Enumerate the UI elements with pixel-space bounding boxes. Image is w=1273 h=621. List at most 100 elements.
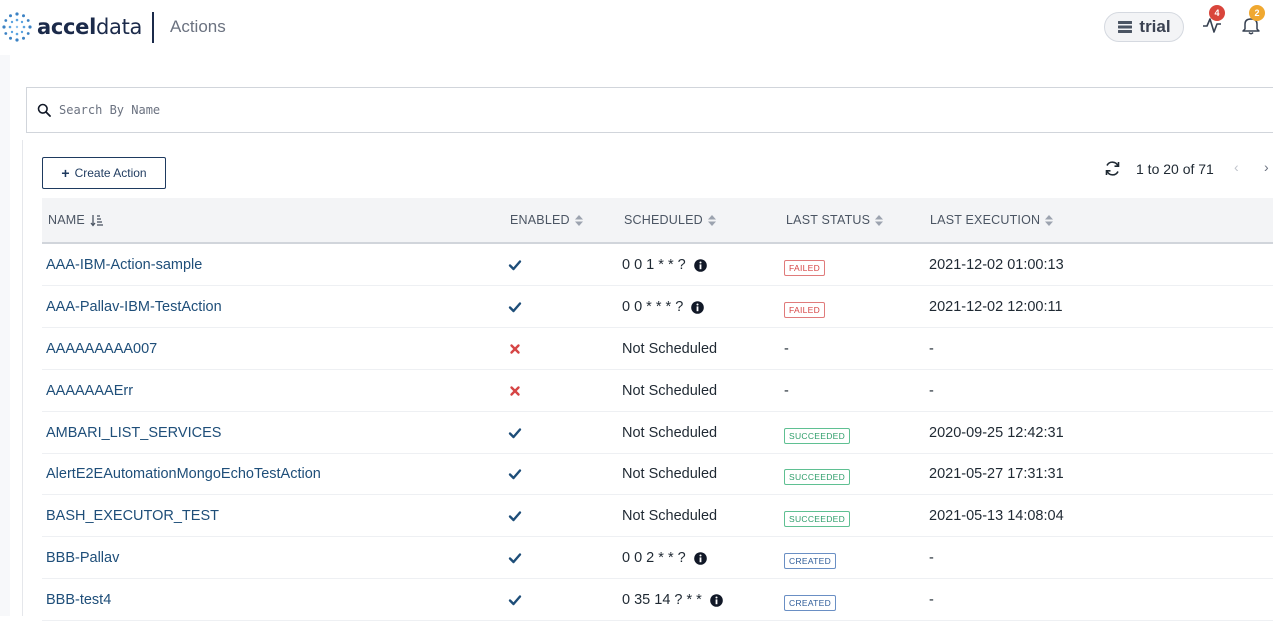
enabled-status [508, 258, 522, 276]
schedule-cell: Not Scheduled [622, 466, 717, 482]
schedule-cell: Not Scheduled [622, 341, 717, 357]
last-execution-time: 2021-05-27 17:31:31 [929, 466, 1064, 482]
info-icon[interactable] [693, 258, 707, 272]
alerts-button[interactable]: 4 [1201, 5, 1225, 36]
schedule-text: 0 0 2 * * ? [622, 550, 686, 566]
enabled-status [508, 467, 522, 485]
last-status-cell: CREATED [784, 552, 837, 569]
schedule-cell: Not Scheduled [622, 383, 717, 399]
cross-icon [510, 386, 520, 396]
sort-ascending-icon [90, 214, 103, 227]
notifications-button[interactable]: 2 [1240, 5, 1265, 36]
last-status-cell: FAILED [784, 301, 826, 318]
check-icon [508, 302, 522, 313]
pagination-summary: 1 to 20 of 71 [1136, 161, 1214, 177]
schedule-text: 0 0 1 * * ? [622, 257, 686, 273]
status-badge: SUCCEEDED [784, 511, 851, 527]
info-icon[interactable] [691, 300, 705, 314]
last-status-cell: FAILED [784, 259, 826, 276]
last-status-cell: - [784, 341, 789, 357]
table-row[interactable]: AlertE2EAutomationMongoEchoTestAction Not… [42, 453, 1273, 495]
status-badge: SUCCEEDED [784, 428, 851, 444]
enabled-status [508, 593, 522, 611]
cross-icon [510, 344, 520, 354]
schedule-text: Not Scheduled [622, 425, 718, 441]
search-bar[interactable] [26, 87, 1273, 133]
table-row[interactable]: AAA-Pallav-IBM-TestAction 0 0 * * * ? FAIL… [42, 286, 1273, 328]
action-name-link[interactable]: AlertE2EAutomationMongoEchoTestAction [46, 466, 321, 482]
next-page-button[interactable]: › [1264, 159, 1269, 175]
table-row[interactable]: BBB-test4 0 35 14 ? * * CREATED - [42, 579, 1273, 621]
info-icon[interactable] [710, 593, 723, 607]
enabled-status [508, 300, 522, 318]
search-input[interactable] [59, 103, 959, 117]
last-execution-time: 2021-12-02 12:00:11 [929, 299, 1063, 315]
action-name-link[interactable]: BASH_EXECUTOR_TEST [46, 508, 219, 524]
column-header-scheduled[interactable]: SCHEDULED [624, 213, 716, 227]
check-icon [508, 553, 522, 564]
last-execution-time: 2020-09-25 12:42:31 [929, 425, 1064, 441]
column-header-enabled[interactable]: ENABLED [510, 213, 583, 227]
column-header-last-execution[interactable]: LAST EXECUTION [930, 213, 1054, 227]
action-name-link[interactable]: AAA-IBM-Action-sample [46, 257, 202, 273]
table-row[interactable]: AAAAAAAAA007 Not Scheduled - - [42, 328, 1273, 370]
last-status-cell: - [784, 383, 789, 399]
sort-icon [875, 214, 884, 226]
column-header-last-status[interactable]: LAST STATUS [786, 213, 884, 227]
table-row[interactable]: AAA-IBM-Action-sample 0 0 1 * * ? FAILED 20… [42, 244, 1273, 286]
info-icon[interactable] [693, 551, 707, 565]
table-row[interactable]: BBB-Pallav 0 0 2 * * ? CREATED - [42, 537, 1273, 579]
create-action-label: Create Action [74, 166, 147, 180]
sort-icon [1045, 214, 1054, 226]
schedule-cell: 0 0 2 * * ? [622, 550, 707, 566]
status-badge: FAILED [784, 302, 826, 318]
tenant-switcher[interactable]: trial [1104, 12, 1184, 42]
refresh-icon[interactable] [1104, 160, 1121, 177]
plus-icon: + [61, 165, 70, 181]
notifications-badge: 2 [1249, 5, 1265, 21]
enabled-status [508, 426, 522, 444]
last-status-cell: CREATED [784, 594, 837, 611]
status-badge: CREATED [784, 553, 837, 569]
schedule-cell: Not Scheduled [622, 425, 717, 441]
schedule-text: 0 35 14 ? * * [622, 592, 702, 608]
sort-icon [574, 214, 583, 226]
schedule-text: 0 0 * * * ? [622, 299, 684, 315]
check-icon [508, 469, 522, 480]
brand-name: acceldata [37, 15, 143, 39]
check-icon [508, 511, 522, 522]
table-row[interactable]: AMBARI_LIST_SERVICES Not Scheduled SUCCEED… [42, 412, 1273, 454]
schedule-text: Not Scheduled [622, 508, 718, 524]
last-status-cell: SUCCEEDED [784, 510, 851, 527]
action-name-link[interactable]: AMBARI_LIST_SERVICES [46, 425, 221, 441]
status-text: - [784, 341, 789, 357]
app-header: acceldata Actions trial 4 2 [0, 0, 1273, 55]
table-row[interactable]: AAAAAAAErr Not Scheduled - - [42, 370, 1273, 412]
check-icon [508, 260, 522, 271]
action-name-link[interactable]: AAAAAAAErr [46, 383, 133, 399]
schedule-text: Not Scheduled [622, 466, 718, 482]
action-name-link[interactable]: BBB-test4 [46, 592, 111, 608]
last-execution-time: - [929, 341, 934, 357]
column-header-name[interactable]: NAME [48, 213, 104, 227]
action-name-link[interactable]: BBB-Pallav [46, 550, 119, 566]
action-name-link[interactable]: AAA-Pallav-IBM-TestAction [46, 299, 222, 315]
last-execution-time: 2021-12-02 01:00:13 [929, 257, 1064, 273]
alerts-badge: 4 [1209, 5, 1225, 21]
status-badge: FAILED [784, 260, 826, 276]
page-title: Actions [170, 17, 226, 36]
last-execution-time: - [929, 383, 934, 399]
prev-page-button[interactable]: ‹ [1234, 159, 1239, 175]
brand-logo[interactable]: acceldata [0, 10, 142, 44]
sort-icon [707, 214, 716, 226]
disabled-status [508, 342, 522, 360]
action-name-link[interactable]: AAAAAAAAA007 [46, 341, 157, 357]
create-action-button[interactable]: + Create Action [42, 157, 166, 189]
table-row[interactable]: BASH_EXECUTOR_TEST Not Scheduled SUCCEEDED… [42, 495, 1273, 537]
last-execution-time: - [929, 592, 934, 608]
status-text: - [784, 383, 789, 399]
check-icon [508, 428, 522, 439]
schedule-text: Not Scheduled [622, 341, 718, 357]
panel-left-border [22, 140, 23, 616]
schedule-text: Not Scheduled [622, 383, 718, 399]
